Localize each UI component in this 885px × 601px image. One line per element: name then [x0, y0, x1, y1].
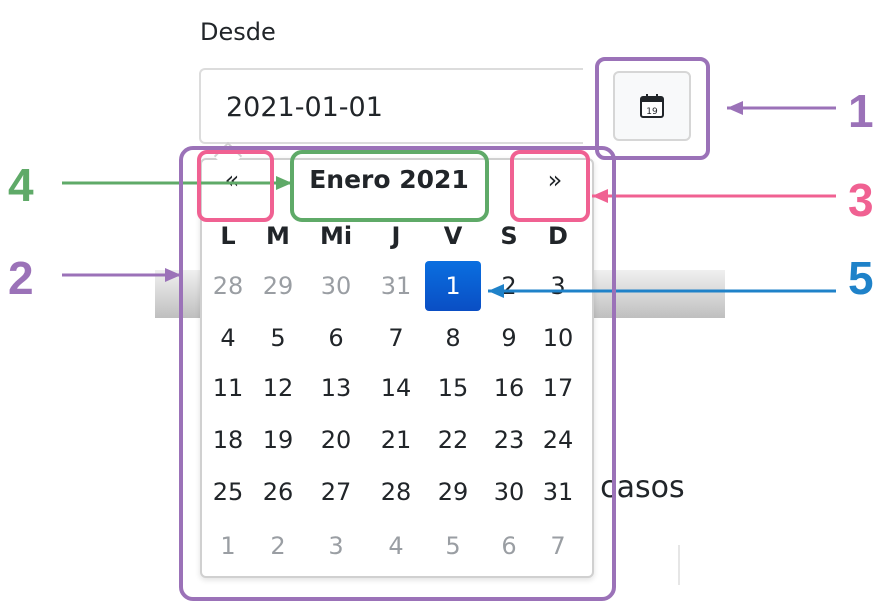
annotation-label-5: 5: [848, 252, 874, 304]
annotation-label-1: 1: [848, 85, 874, 137]
annotation-label-4: 4: [8, 159, 34, 211]
annotation-box-1: [595, 57, 710, 160]
annotation-box-prev: [197, 150, 274, 222]
annotation-label-3: 3: [848, 174, 874, 226]
annotation-box-next: [510, 150, 590, 222]
annotation-box-title: [290, 150, 489, 222]
annotation-label-2: 2: [8, 252, 34, 304]
annotation-arrow-1-head: [727, 101, 743, 115]
